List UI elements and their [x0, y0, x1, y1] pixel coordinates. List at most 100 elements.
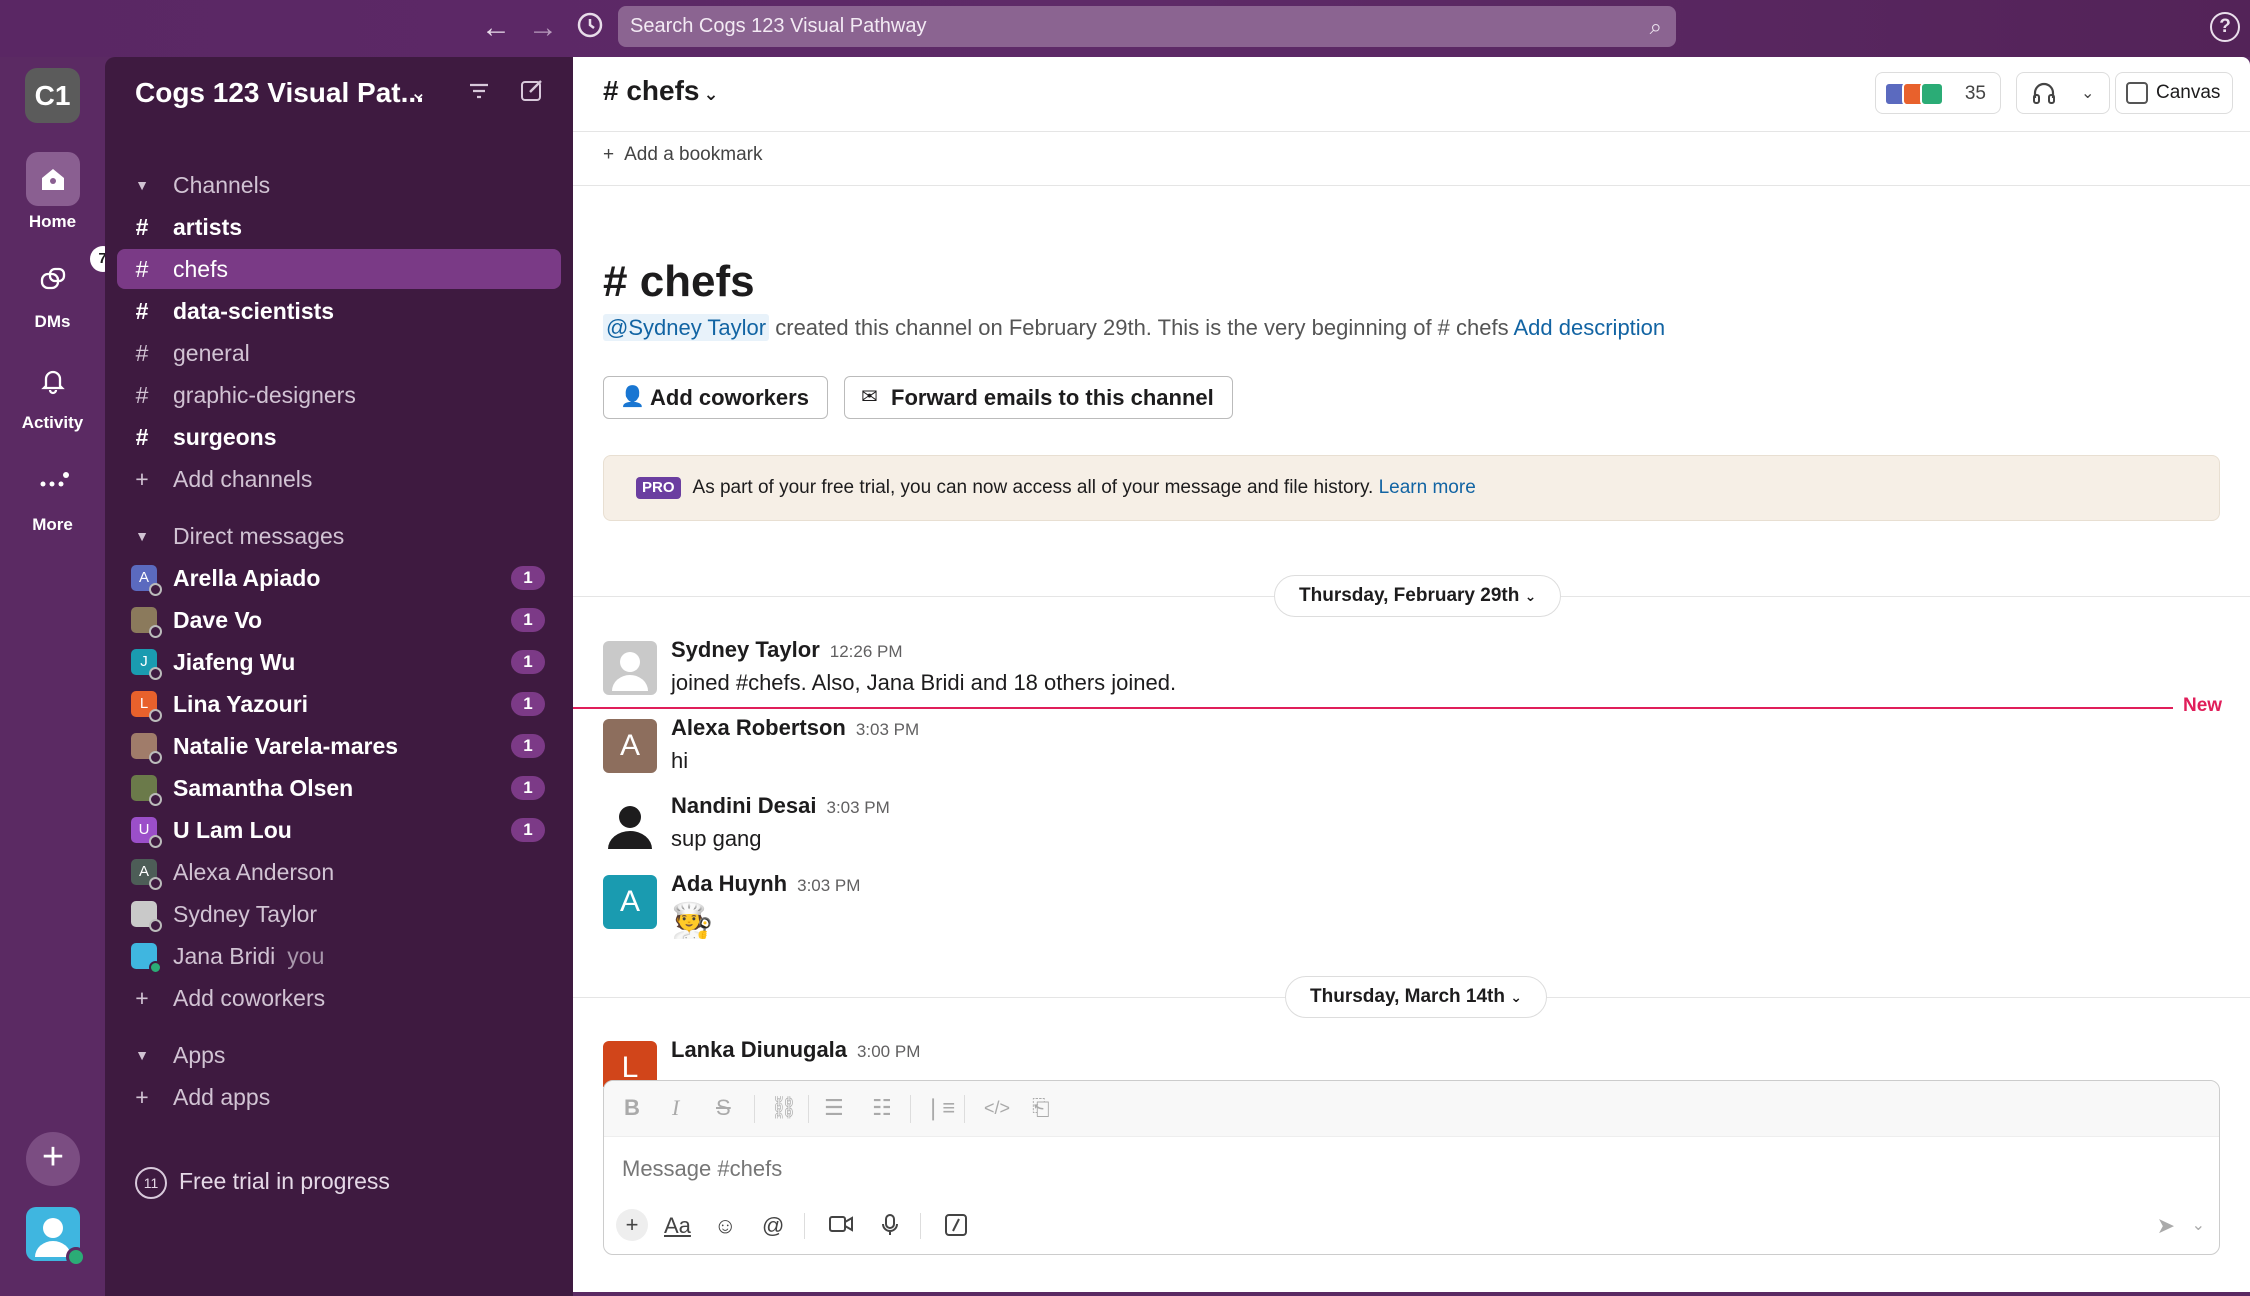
emoji-icon[interactable]: ☺	[714, 1213, 736, 1239]
add-workspace-button[interactable]: +	[26, 1132, 80, 1186]
mention-icon[interactable]: @	[762, 1213, 784, 1239]
canvas-button[interactable]: Canvas	[2115, 72, 2233, 114]
channel-label: general	[173, 340, 250, 366]
sidebar-dm-jiafeng-wu[interactable]: J Jiafeng Wu 1	[117, 642, 561, 682]
hash-icon: #	[135, 340, 149, 366]
rail-more[interactable]: More	[0, 455, 105, 535]
text-format-icon[interactable]: Aa	[664, 1213, 691, 1239]
message-avatar[interactable]	[603, 641, 657, 695]
message-input[interactable]: Message #chefs	[622, 1156, 782, 1182]
message-author[interactable]: Ada Huynh	[671, 871, 787, 896]
back-arrow-icon[interactable]: ←	[478, 10, 514, 46]
channels-section-header[interactable]: ▼ Channels	[117, 165, 561, 205]
rail-activity[interactable]: Activity	[0, 353, 105, 433]
creator-mention[interactable]: @Sydney Taylor	[603, 314, 770, 341]
microphone-icon[interactable]	[880, 1213, 900, 1243]
caret-down-icon: ▼	[135, 177, 149, 193]
sidebar-dm-u-lam-lou[interactable]: U U Lam Lou 1	[117, 810, 561, 850]
trial-text: Free trial in progress	[179, 1168, 390, 1195]
sidebar-dm-samantha-olsen[interactable]: Samantha Olsen 1	[117, 768, 561, 808]
message-author[interactable]: Lanka Diunugala	[671, 1037, 847, 1062]
user-avatar[interactable]	[26, 1207, 86, 1267]
bell-icon	[26, 353, 80, 407]
sidebar-channel-surgeons[interactable]: # surgeons	[117, 417, 561, 457]
forward-emails-button[interactable]: ✉ Forward emails to this channel	[844, 376, 1233, 419]
dm-name: Sydney Taylor	[173, 901, 318, 927]
code-block-icon[interactable]: ⎗	[1032, 1095, 1050, 1121]
members-button[interactable]: 35	[1875, 72, 2001, 114]
message-author[interactable]: Alexa Robertson	[671, 715, 846, 740]
strikethrough-icon[interactable]: S	[716, 1095, 731, 1121]
formatting-toolbar: B I S ⛓ ☰ ☷ ❘≡ </> ⎗	[604, 1081, 2219, 1137]
rail-home[interactable]: Home	[0, 152, 105, 232]
plus-icon[interactable]: +	[616, 1209, 648, 1241]
add-person-icon: 👤	[620, 386, 645, 408]
sidebar-channel-graphic-designers[interactable]: # graphic-designers	[117, 375, 561, 415]
sidebar-channel-chefs[interactable]: # chefs	[117, 249, 561, 289]
message-author[interactable]: Nandini Desai	[671, 793, 816, 818]
add-channels-button[interactable]: + Add channels	[117, 459, 561, 499]
numbered-list-icon[interactable]: ☰	[824, 1095, 844, 1121]
sidebar-dm-alexa-anderson[interactable]: A Alexa Anderson	[117, 852, 561, 892]
chevron-down-icon[interactable]: ⌄	[2081, 83, 2094, 103]
add-bookmark-button[interactable]: + Add a bookmark	[603, 144, 762, 166]
channel-title[interactable]: # chefs ⌄	[603, 75, 719, 107]
date-separator-pill[interactable]: Thursday, March 14th ⌄	[1285, 976, 1547, 1018]
learn-more-link[interactable]: Learn more	[1379, 477, 1476, 498]
free-trial-status[interactable]: 11 Free trial in progress	[135, 1167, 390, 1199]
forward-arrow-icon[interactable]: →	[525, 10, 561, 46]
send-icon[interactable]: ➤	[2157, 1213, 2175, 1239]
dm-name: Lina Yazouri	[173, 691, 309, 717]
sidebar-dm-arella-apiado[interactable]: A Arella Apiado 1	[117, 558, 561, 598]
unread-badge: 1	[511, 566, 545, 590]
avatar: J	[131, 649, 162, 680]
history-icon[interactable]	[572, 10, 608, 46]
apps-section-header[interactable]: ▼ Apps	[117, 1035, 561, 1075]
bold-icon[interactable]: B	[624, 1095, 640, 1121]
dm-header-label: Direct messages	[173, 523, 345, 549]
help-icon[interactable]: ?	[2210, 12, 2240, 42]
sidebar-dm-sydney-taylor[interactable]: Sydney Taylor	[117, 894, 561, 934]
sidebar-dm-jana-bridi[interactable]: Jana Bridi you	[117, 936, 561, 976]
sidebar-channel-general[interactable]: # general	[117, 333, 561, 373]
hash-icon: #	[135, 256, 149, 282]
huddle-button[interactable]: ⌄	[2016, 72, 2110, 114]
pro-banner-text: As part of your free trial, you can now …	[692, 477, 1379, 498]
search-input[interactable]: Search Cogs 123 Visual Pathway ⌕	[618, 6, 1676, 47]
pro-trial-banner: PRO As part of your free trial, you can n…	[603, 455, 2220, 521]
sidebar-dm-natalie-varela-mares[interactable]: Natalie Varela-mares 1	[117, 726, 561, 766]
bulleted-list-icon[interactable]: ☷	[872, 1095, 892, 1121]
chevron-down-icon[interactable]: ⌄	[410, 80, 427, 105]
apps-header-label: Apps	[173, 1042, 226, 1068]
add-apps-button[interactable]: + Add apps	[117, 1077, 561, 1117]
sidebar-channel-data-scientists[interactable]: # data-scientists	[117, 291, 561, 331]
plus-icon: +	[135, 985, 149, 1011]
link-icon[interactable]: ⛓	[770, 1095, 798, 1121]
add-coworkers-button[interactable]: + Add coworkers	[117, 978, 561, 1018]
message-avatar[interactable]: A	[603, 875, 657, 929]
sidebar-channel-artists[interactable]: # artists	[117, 207, 561, 247]
add-description-link[interactable]: Add description	[1514, 315, 1666, 340]
sidebar-dm-dave-vo[interactable]: Dave Vo 1	[117, 600, 561, 640]
message-avatar[interactable]: A	[603, 719, 657, 773]
hash-icon: #	[135, 298, 149, 324]
add-channels-label: Add channels	[173, 466, 313, 492]
filter-icon[interactable]	[467, 79, 491, 110]
rail-dms[interactable]: 7 DMs	[0, 246, 116, 332]
dm-section-header[interactable]: ▼ Direct messages	[117, 516, 561, 556]
blockquote-icon[interactable]: ❘≡	[924, 1095, 955, 1121]
add-coworkers-intro-button[interactable]: 👤 Add coworkers	[603, 376, 828, 419]
sidebar-dm-lina-yazouri[interactable]: L Lina Yazouri 1	[117, 684, 561, 724]
message-avatar[interactable]	[603, 797, 657, 851]
video-icon[interactable]	[828, 1213, 854, 1241]
code-icon[interactable]: </>	[984, 1098, 1010, 1119]
italic-icon[interactable]: I	[672, 1095, 679, 1121]
workspace-icon[interactable]: C1	[25, 68, 80, 123]
unread-badge: 1	[511, 650, 545, 674]
message-author[interactable]: Sydney Taylor	[671, 637, 820, 662]
workspace-name[interactable]: Cogs 123 Visual Pat...	[135, 77, 424, 109]
chevron-down-icon[interactable]: ⌄	[2192, 1215, 2205, 1235]
date-separator-pill[interactable]: Thursday, February 29th ⌄	[1274, 575, 1562, 617]
slash-command-icon[interactable]	[944, 1213, 968, 1243]
compose-icon[interactable]	[519, 77, 545, 110]
